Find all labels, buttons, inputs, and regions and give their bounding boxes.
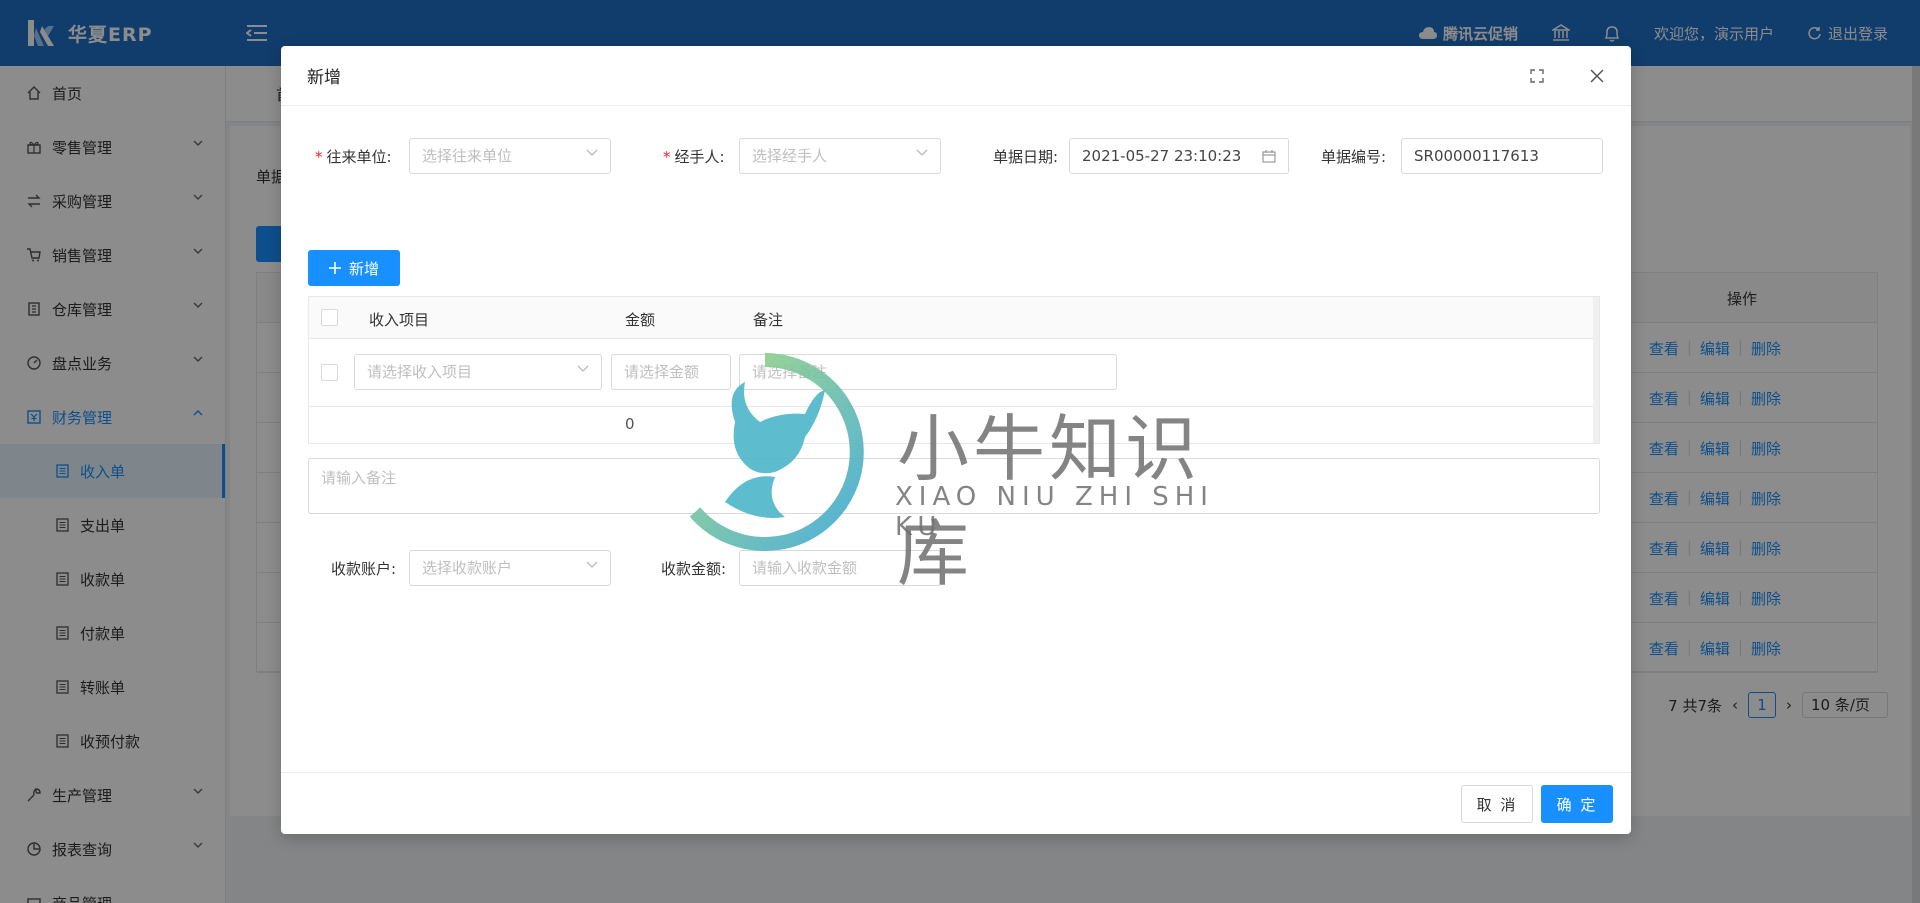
select-all-checkbox[interactable] xyxy=(321,309,338,326)
partner-label: * 往来单位: xyxy=(315,148,392,166)
date-picker[interactable]: 2021-05-27 23:10:23 xyxy=(1069,138,1289,174)
column-header-item: 收入项目 xyxy=(369,311,430,329)
modal-header: 新增 xyxy=(281,46,1631,106)
calendar-icon xyxy=(1262,150,1276,163)
modal-footer: 取 消 确 定 xyxy=(281,772,1631,834)
handler-label: * 经手人: xyxy=(663,148,725,166)
partner-select[interactable]: 选择往来单位 xyxy=(409,138,611,174)
column-header-amount: 金额 xyxy=(625,311,656,329)
grid-header: 收入项目 金额 备注 xyxy=(309,297,1599,339)
number-label: 单据编号: xyxy=(1321,148,1387,166)
required-mark: * xyxy=(663,148,671,166)
handler-select[interactable]: 选择经手人 xyxy=(739,138,941,174)
cancel-button[interactable]: 取 消 xyxy=(1461,785,1533,823)
chevron-down-icon xyxy=(586,561,598,568)
plus-icon xyxy=(328,262,341,274)
modal-body: * 往来单位: 选择往来单位 * 经手人: 选择经手人 单据日期: 2021-05-… xyxy=(281,106,1631,772)
grid-scrollbar[interactable] xyxy=(1593,297,1599,443)
fullscreen-icon[interactable] xyxy=(1525,64,1549,88)
watermark: 小牛知识库 XIAO NIU ZHI SHI KU xyxy=(665,352,1265,596)
chevron-down-icon xyxy=(916,149,928,156)
account-select[interactable]: 选择收款账户 xyxy=(409,550,611,586)
required-mark: * xyxy=(315,148,323,166)
column-header-remark: 备注 xyxy=(753,311,784,329)
chevron-down-icon xyxy=(577,365,589,372)
date-label: 单据日期: xyxy=(993,148,1059,166)
watermark-text-en: XIAO NIU ZHI SHI KU xyxy=(895,482,1214,542)
add-income-modal: 新增 * 往来单位: 选择往来单位 * 经手人: 选择经手人 单据日期: 2021-… xyxy=(281,46,1631,834)
number-input[interactable]: SR00000117613 xyxy=(1401,138,1603,174)
amount-total: 0 xyxy=(625,415,635,433)
confirm-button[interactable]: 确 定 xyxy=(1541,785,1613,823)
row-checkbox[interactable] xyxy=(321,364,338,381)
income-item-select[interactable]: 请选择收入项目 xyxy=(354,354,602,390)
modal-title: 新增 xyxy=(307,68,341,88)
close-icon[interactable] xyxy=(1585,64,1609,88)
chevron-down-icon xyxy=(586,149,598,156)
add-row-button[interactable]: 新增 xyxy=(308,250,400,286)
account-label: 收款账户: xyxy=(331,560,397,578)
watermark-logo-icon xyxy=(689,353,864,551)
